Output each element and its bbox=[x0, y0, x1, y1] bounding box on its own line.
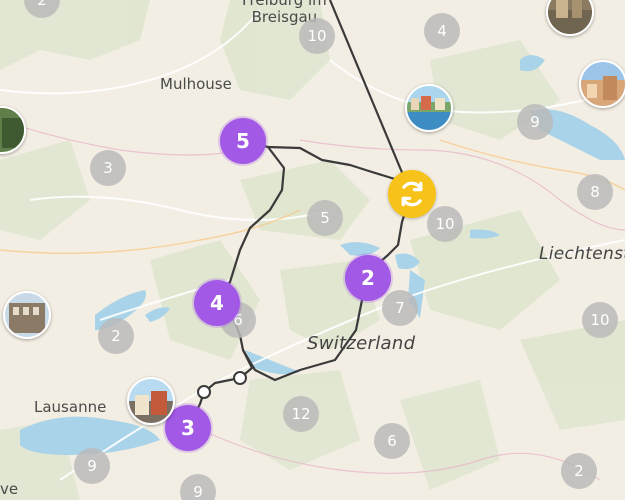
cluster-marker[interactable]: 2 bbox=[561, 453, 597, 489]
route-stop-2[interactable]: 2 bbox=[345, 255, 391, 301]
photo-thumbnail bbox=[407, 86, 451, 130]
cluster-marker[interactable]: 10 bbox=[299, 18, 335, 54]
cluster-marker[interactable]: 9 bbox=[74, 448, 110, 484]
cluster-marker[interactable]: 3 bbox=[90, 150, 126, 186]
cluster-marker[interactable]: 2 bbox=[98, 318, 134, 354]
cluster-marker[interactable]: 12 bbox=[283, 396, 319, 432]
cluster-marker[interactable]: 8 bbox=[577, 174, 613, 210]
label-switzerland: Switzerland bbox=[307, 333, 416, 354]
photo-marker[interactable] bbox=[579, 60, 625, 108]
route-stop-5[interactable]: 5 bbox=[220, 118, 266, 164]
photo-thumbnail bbox=[581, 62, 625, 106]
sync-icon bbox=[401, 181, 423, 207]
photo-marker[interactable] bbox=[405, 84, 453, 132]
sync-button[interactable] bbox=[388, 170, 436, 218]
label-mulhouse: Mulhouse bbox=[160, 75, 232, 93]
cluster-marker[interactable]: 10 bbox=[582, 302, 618, 338]
photo-thumbnail bbox=[0, 108, 24, 152]
photo-marker[interactable] bbox=[3, 291, 51, 339]
photo-thumbnail bbox=[129, 379, 173, 423]
cluster-marker[interactable]: 5 bbox=[307, 200, 343, 236]
cluster-marker[interactable]: 4 bbox=[424, 13, 460, 49]
label-liechtenstein: Liechtenstein bbox=[539, 244, 625, 264]
label-lausanne: Lausanne bbox=[34, 398, 107, 416]
label-edge-left: ve bbox=[0, 480, 19, 498]
photo-thumbnail bbox=[5, 293, 49, 337]
cluster-marker[interactable]: 6 bbox=[374, 423, 410, 459]
photo-thumbnail bbox=[548, 0, 592, 34]
cluster-marker[interactable]: 9 bbox=[517, 104, 553, 140]
route-stop-4[interactable]: 4 bbox=[194, 280, 240, 326]
cluster-marker[interactable]: 7 bbox=[382, 290, 418, 326]
cluster-marker[interactable]: 10 bbox=[427, 206, 463, 242]
photo-marker[interactable] bbox=[127, 377, 175, 425]
map-view[interactable]: Freiburg im Breisgau Mulhouse Lausanne S… bbox=[0, 0, 625, 500]
